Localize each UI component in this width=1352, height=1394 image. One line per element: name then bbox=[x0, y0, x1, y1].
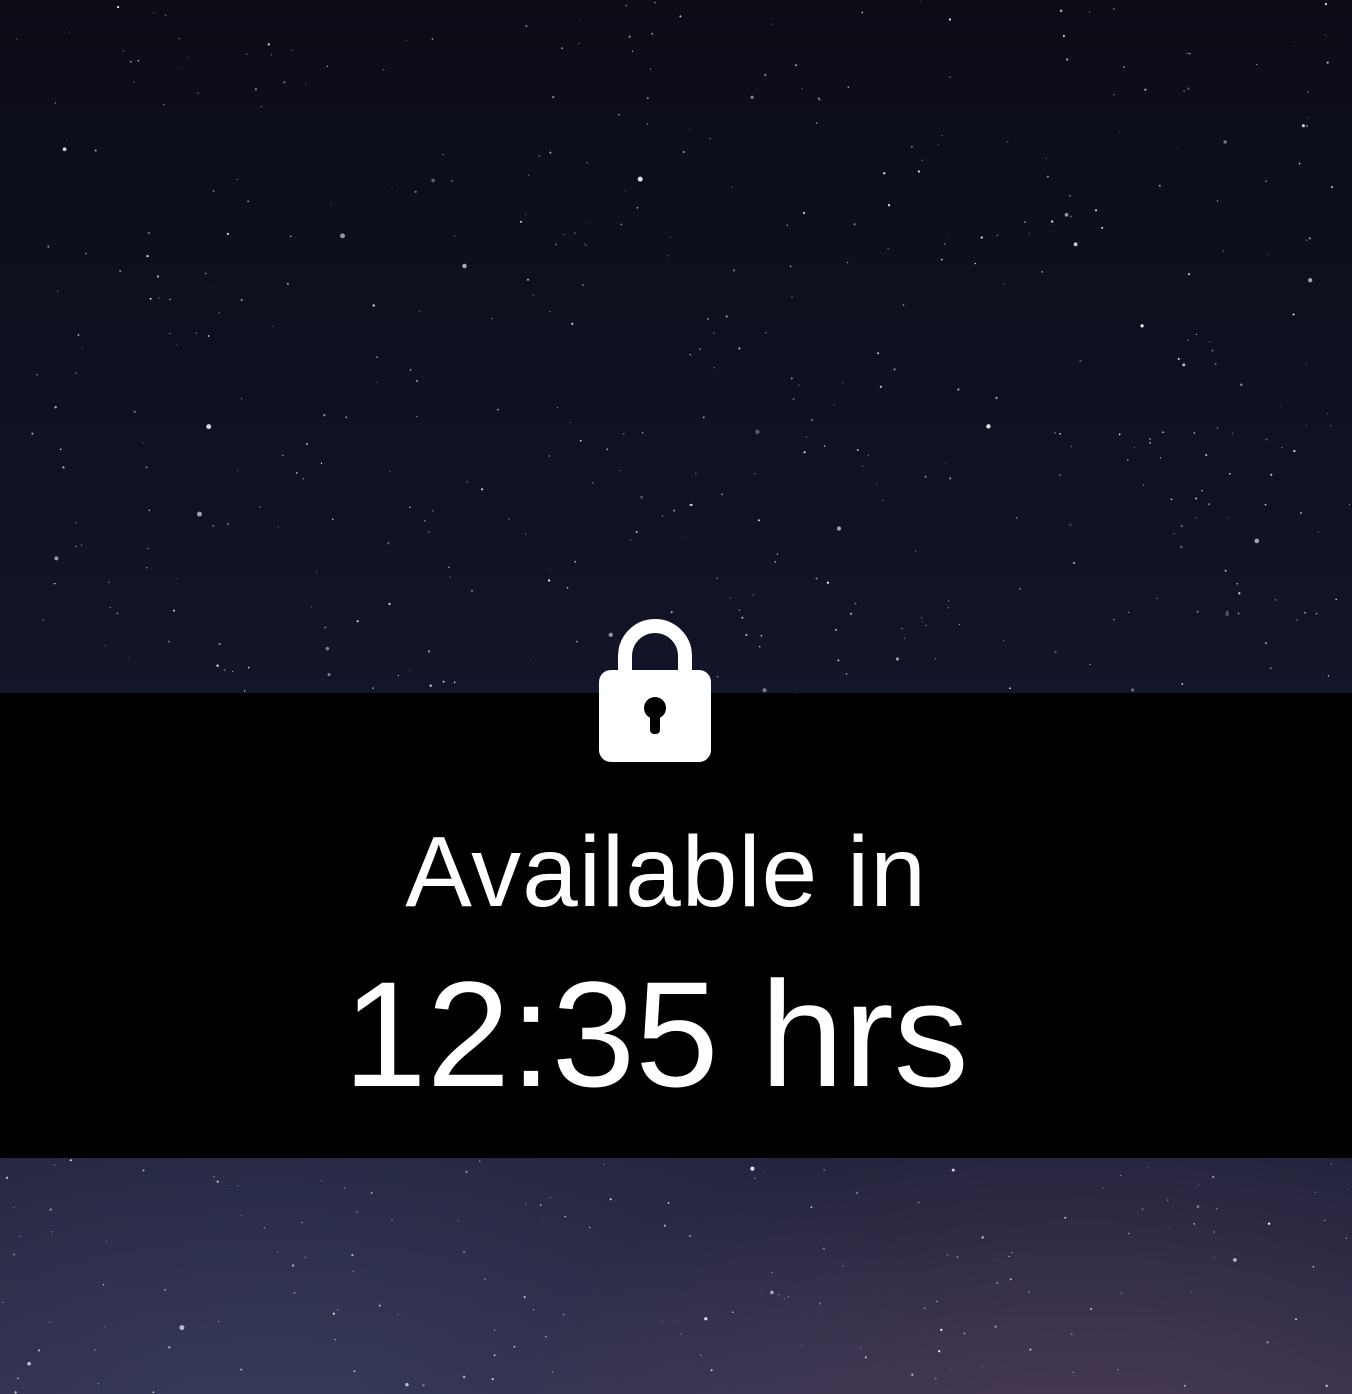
lock-icon bbox=[599, 619, 711, 762]
locked-content-screen: Available in 12:35 hrs bbox=[0, 0, 1352, 1394]
countdown-time: 12:35 hrs bbox=[343, 950, 969, 1118]
availability-label: Available in bbox=[405, 816, 927, 928]
